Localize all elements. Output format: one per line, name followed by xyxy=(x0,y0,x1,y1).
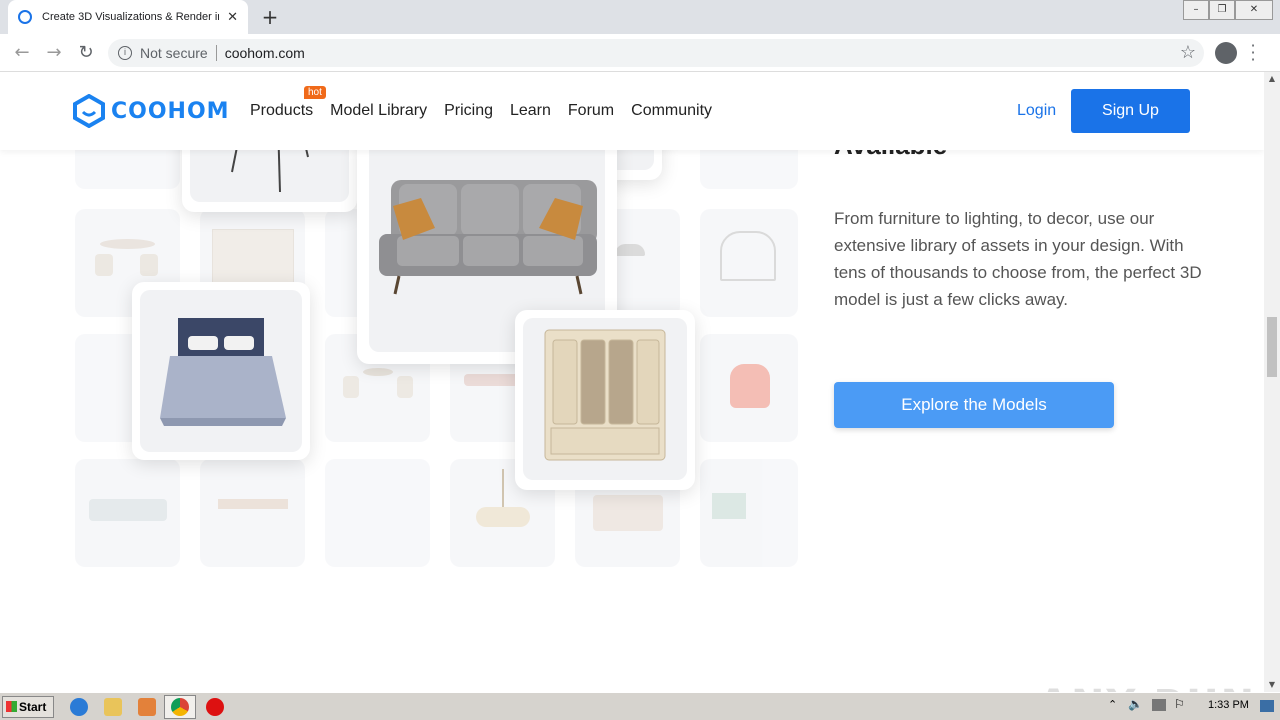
browser-toolbar: ← → ↻ i Not secure coohom.com ☆ xyxy=(0,34,1280,72)
nav-learn[interactable]: Learn xyxy=(510,102,551,120)
screen: Create 3D Visualizations & Render in ✕ +… xyxy=(0,0,1280,720)
taskbar-clock[interactable]: 1:33 PM xyxy=(1208,699,1249,711)
anyrun-watermark: ANY RUN xyxy=(1038,682,1256,692)
windows-taskbar: Start ⌃ 🔈 ⚐ 1:33 PM xyxy=(0,692,1280,720)
bed-illustration xyxy=(160,318,286,426)
browser-tabbar: Create 3D Visualizations & Render in ✕ +… xyxy=(0,0,1280,34)
restore-window-button[interactable]: ❐ xyxy=(1209,0,1235,20)
media-player-icon[interactable] xyxy=(138,698,156,716)
chrome-icon xyxy=(171,698,189,716)
forward-arrow-icon[interactable]: → xyxy=(42,41,66,65)
start-label: Start xyxy=(19,700,47,714)
close-tab-icon[interactable]: ✕ xyxy=(227,10,238,25)
browser-menu-icon[interactable]: · · · xyxy=(1250,38,1256,68)
chair-shape xyxy=(140,254,158,276)
explore-models-button[interactable]: Explore the Models xyxy=(834,382,1114,428)
model-tile-metal-bed[interactable] xyxy=(700,209,798,317)
reload-icon[interactable]: ↻ xyxy=(74,41,98,65)
sofa-shape xyxy=(89,499,167,521)
minimize-window-button[interactable]: – xyxy=(1183,0,1209,20)
wardrobe-shape xyxy=(212,229,294,289)
model-tile-dining-table[interactable] xyxy=(200,459,305,567)
new-tab-button[interactable]: + xyxy=(258,3,282,31)
chair-shape xyxy=(397,376,413,398)
model-card-image xyxy=(523,318,687,480)
chandelier-shape xyxy=(476,507,530,527)
system-tray: ⌃ 🔈 ⚐ xyxy=(1104,696,1278,718)
chrome-taskbar-button[interactable] xyxy=(164,695,196,719)
windows-logo-icon xyxy=(6,701,17,712)
address-separator xyxy=(215,45,217,61)
bookmark-star-icon[interactable]: ☆ xyxy=(1180,42,1196,63)
dining-table-shape xyxy=(100,239,155,249)
scroll-up-arrow-icon[interactable]: ▲ xyxy=(1264,72,1280,86)
coohom-favicon-icon xyxy=(18,10,32,24)
back-arrow-icon[interactable]: ← xyxy=(10,41,34,65)
nav-forum[interactable]: Forum xyxy=(568,102,614,120)
site-header: COOHOM Products hot Model Library Pricin… xyxy=(0,72,1264,150)
model-tile-sectional-sofa[interactable] xyxy=(75,459,180,567)
volume-icon[interactable]: 🔈 xyxy=(1128,697,1143,711)
network-icon[interactable] xyxy=(1152,699,1166,711)
nav-model-library[interactable]: Model Library xyxy=(330,102,427,120)
chair-shape xyxy=(343,376,359,398)
model-card-wardrobe[interactable] xyxy=(515,310,695,490)
signup-button[interactable]: Sign Up xyxy=(1071,89,1190,133)
main-nav: Products hot Model Library Pricing Learn… xyxy=(250,86,729,120)
action-center-flag-icon[interactable]: ⚐ xyxy=(1174,697,1185,711)
metal-bed-shape xyxy=(720,231,776,281)
alert-icon[interactable] xyxy=(206,698,224,716)
profile-avatar-icon[interactable] xyxy=(1215,42,1237,64)
model-card-bed[interactable] xyxy=(132,282,310,460)
scrollbar-thumb[interactable] xyxy=(1267,317,1277,377)
table-shape xyxy=(363,368,393,376)
address-bar[interactable]: i Not secure coohom.com ☆ xyxy=(108,39,1204,67)
show-desktop-icon[interactable] xyxy=(1260,700,1274,712)
section-description: From furniture to lighting, to decor, us… xyxy=(834,209,1202,309)
logo-text: COOHOM xyxy=(111,98,230,124)
login-link[interactable]: Login xyxy=(1017,102,1056,120)
security-label: Not secure xyxy=(140,45,208,61)
show-hidden-icons-icon[interactable]: ⌃ xyxy=(1108,698,1117,711)
bed-shape xyxy=(593,495,663,531)
nav-products-label: Products xyxy=(250,102,314,119)
model-tile[interactable] xyxy=(325,459,430,567)
file-explorer-icon[interactable] xyxy=(104,698,122,716)
model-card-image xyxy=(140,290,302,452)
long-table-shape xyxy=(218,499,288,509)
model-tile-cabinet[interactable] xyxy=(700,459,798,567)
wardrobe-illustration xyxy=(544,329,666,461)
chandelier-rod-shape xyxy=(502,469,504,509)
start-button[interactable]: Start xyxy=(2,696,54,718)
internet-explorer-icon[interactable] xyxy=(70,698,88,716)
nav-community[interactable]: Community xyxy=(631,102,712,120)
nav-pricing[interactable]: Pricing xyxy=(444,102,493,120)
page-scrollbar[interactable]: ▲ ▼ xyxy=(1264,72,1280,692)
cabinet-shape xyxy=(712,493,746,519)
url-text: coohom.com xyxy=(224,45,305,61)
hot-badge: hot xyxy=(304,86,326,99)
info-icon[interactable]: i xyxy=(118,46,132,60)
pendant-lamp-shape xyxy=(615,244,645,256)
close-window-button[interactable]: ✕ xyxy=(1235,0,1273,20)
page-viewport: Available From furniture to lighting, to… xyxy=(0,72,1264,692)
nav-products[interactable]: Products hot xyxy=(250,86,326,120)
model-tile-red-chair[interactable] xyxy=(700,334,798,442)
coohom-logo[interactable]: COOHOM xyxy=(73,94,230,128)
browser-tab[interactable]: Create 3D Visualizations & Render in ✕ xyxy=(8,0,248,34)
chair-shape xyxy=(95,254,113,276)
coohom-logo-icon xyxy=(73,94,105,128)
red-chair-shape xyxy=(730,364,770,408)
scroll-down-arrow-icon[interactable]: ▼ xyxy=(1264,678,1280,692)
tab-title: Create 3D Visualizations & Render in xyxy=(42,11,220,23)
